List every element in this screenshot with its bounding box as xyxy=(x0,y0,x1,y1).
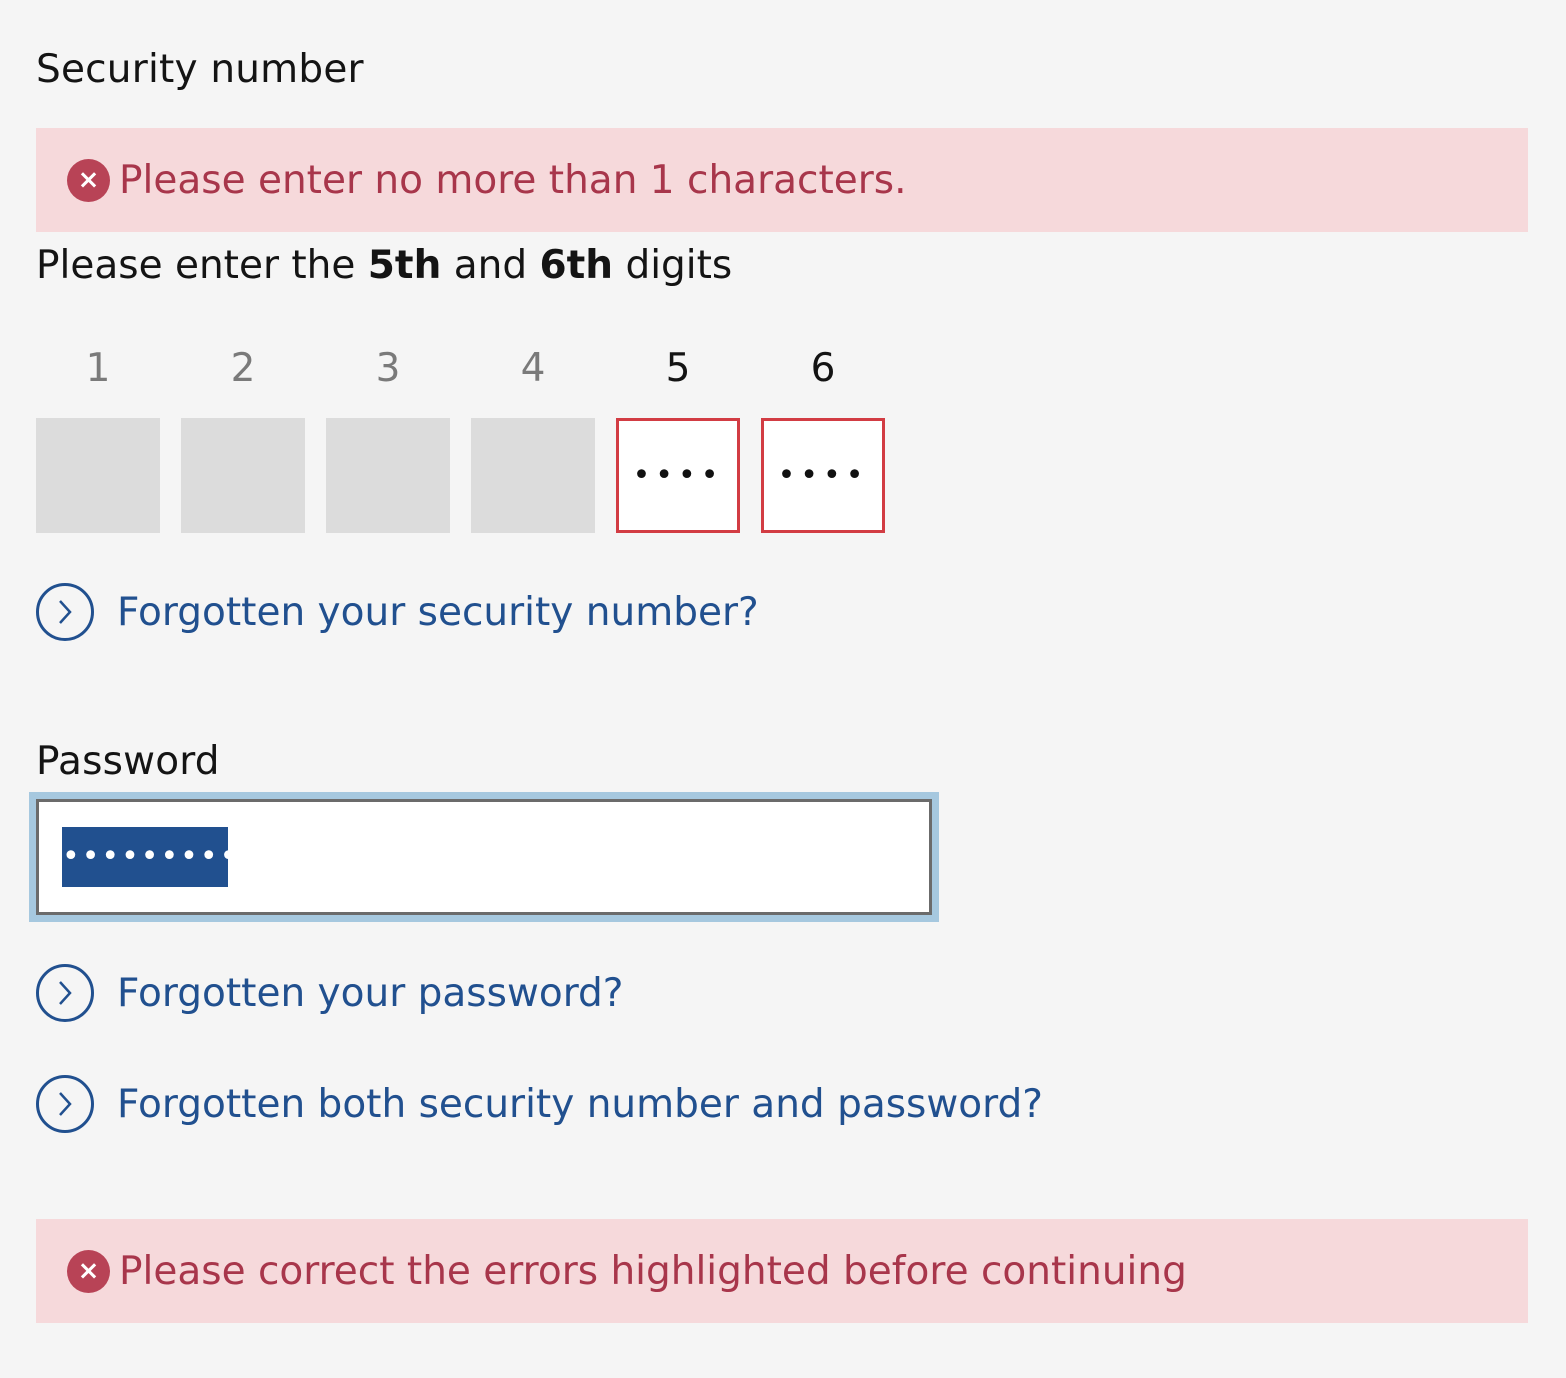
digit-number-3: 3 xyxy=(375,346,401,391)
digit-input-1-disabled xyxy=(36,418,160,533)
digit-input-2-disabled xyxy=(181,418,305,533)
error-x-icon: × xyxy=(67,158,110,202)
password-value-selected: ••••••••• xyxy=(62,827,228,887)
form-error-banner: × Please correct the errors highlighted … xyxy=(36,1219,1528,1323)
digit-column-3: 3 xyxy=(326,344,450,533)
forgot-password-text[interactable]: Forgotten your password? xyxy=(117,971,624,1016)
instruction-prefix: Please enter the xyxy=(36,243,368,288)
forgot-security-number-text[interactable]: Forgotten your security number? xyxy=(117,590,759,635)
forgot-both-text[interactable]: Forgotten both security number and passw… xyxy=(117,1082,1043,1127)
password-input[interactable]: ••••••••• xyxy=(36,799,932,915)
security-number-error-banner: × Please enter no more than 1 characters… xyxy=(36,128,1528,232)
instruction-middle: and xyxy=(441,243,540,288)
error-x-icon: × xyxy=(67,1249,110,1293)
chevron-right-circle-icon xyxy=(36,1075,94,1133)
chevron-right-circle-icon xyxy=(36,583,94,641)
digit-column-5: 5 •••• xyxy=(616,344,740,533)
digit-number-1: 1 xyxy=(85,346,111,391)
instruction-first-digit: 5th xyxy=(367,243,442,288)
digit-column-2: 2 xyxy=(181,344,305,533)
digit-input-4-disabled xyxy=(471,418,595,533)
digit-number-4: 4 xyxy=(520,346,546,391)
login-form: Security number × Please enter no more t… xyxy=(0,0,1566,1378)
digit-number-5: 5 xyxy=(665,346,691,391)
forgot-password-link[interactable]: Forgotten your password? xyxy=(36,961,624,1025)
security-number-error-text: Please enter no more than 1 characters. xyxy=(119,157,907,203)
digit-input-5[interactable]: •••• xyxy=(616,418,740,533)
digit-input-3-disabled xyxy=(326,418,450,533)
security-number-label: Security number xyxy=(36,47,364,92)
chevron-right-circle-icon xyxy=(36,964,94,1022)
instruction-second-digit: 6th xyxy=(539,243,614,288)
forgot-both-link[interactable]: Forgotten both security number and passw… xyxy=(36,1072,1043,1136)
instruction-suffix: digits xyxy=(613,243,733,288)
digits-instruction: Please enter the 5th and 6th digits xyxy=(36,243,733,289)
digit-input-6[interactable]: •••• xyxy=(761,418,885,533)
form-error-text: Please correct the errors highlighted be… xyxy=(119,1248,1187,1294)
password-focus-ring: ••••••••• xyxy=(29,792,939,922)
digit-number-6: 6 xyxy=(810,346,836,391)
digit-column-6: 6 •••• xyxy=(761,344,885,533)
digit-number-2: 2 xyxy=(230,346,256,391)
password-label: Password xyxy=(36,739,220,784)
forgot-security-number-link[interactable]: Forgotten your security number? xyxy=(36,580,759,644)
digit-column-1: 1 xyxy=(36,344,160,533)
digit-column-4: 4 xyxy=(471,344,595,533)
